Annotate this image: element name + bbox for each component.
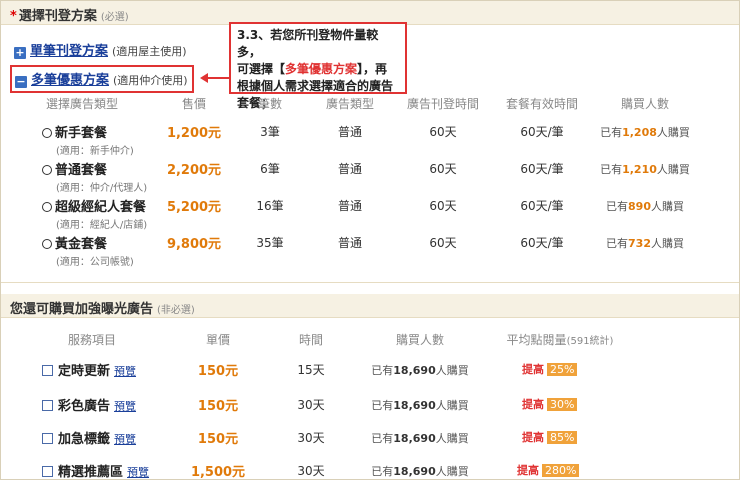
required-note: (必選): [100, 12, 129, 23]
package-duration: 60天: [429, 162, 457, 176]
col-buyers: 購買人數: [620, 97, 670, 111]
col-duration: 廣告刊登時間: [406, 97, 480, 111]
preview-link[interactable]: 預覽: [114, 365, 136, 378]
service-buyers: 已有18,690人購買: [371, 432, 469, 445]
col-service-buyers: 購買人數: [395, 333, 445, 347]
service-buyers: 已有18,690人購買: [371, 465, 469, 478]
required-mark: *: [10, 9, 17, 24]
package-option[interactable]: 超級經紀人套餐 (適用：經紀人/店鋪): [42, 196, 147, 231]
lift-badge: 30%: [547, 398, 578, 411]
package-buyers: 已有1,208人購買: [600, 126, 690, 139]
col-validity: 套餐有效時間: [505, 97, 579, 111]
lift-badge: 280%: [542, 464, 580, 477]
service-duration: 30天: [297, 431, 325, 445]
optional-note: (非必選): [157, 305, 195, 316]
checkbox[interactable]: [42, 400, 53, 411]
package-price: 9,800元: [166, 237, 222, 252]
package-ad-type: 普通: [337, 162, 363, 176]
package-duration: 60天: [429, 125, 457, 139]
package-option[interactable]: 普通套餐 (適用：仲介/代理人): [42, 159, 147, 194]
service-option[interactable]: 精選推薦區 預覽: [42, 461, 149, 480]
radio-button[interactable]: [42, 239, 52, 249]
preview-link[interactable]: 預覽: [114, 433, 136, 446]
service-price: 150元: [197, 364, 239, 379]
view-lift: 提高 25%: [522, 361, 578, 377]
package-validity: 60天/筆: [520, 199, 564, 213]
package-validity: 60天/筆: [520, 162, 564, 176]
package-count: 16筆: [256, 199, 284, 213]
service-buyers: 已有18,690人購買: [371, 364, 469, 377]
multi-plan-option[interactable]: − 多筆優惠方案 (適用仲介使用): [10, 65, 194, 93]
col-price: 售價: [181, 97, 207, 111]
service-buyers: 已有18,690人購買: [371, 399, 469, 412]
col-ad-type-select: 選擇廣告類型: [45, 97, 119, 111]
package-count: 6筆: [260, 162, 280, 176]
service-price: 150元: [197, 399, 239, 414]
package-ad-type: 普通: [337, 199, 363, 213]
radio-button[interactable]: [42, 165, 52, 175]
single-plan-subtitle: (適用屋主使用): [112, 45, 187, 58]
package-option[interactable]: 黃金套餐 (適用：公司帳號): [42, 233, 134, 268]
lift-badge: 85%: [547, 431, 578, 444]
lift-badge: 25%: [547, 363, 578, 376]
service-option[interactable]: 定時更新 預覽: [42, 360, 136, 379]
service-option[interactable]: 加急標籤 預覽: [42, 428, 136, 447]
package-validity: 60天/筆: [520, 125, 564, 139]
multi-plan-subtitle: (適用仲介使用): [113, 74, 188, 87]
checkbox[interactable]: [42, 365, 53, 376]
single-plan-link[interactable]: 單筆刊登方案: [30, 44, 108, 59]
radio-button[interactable]: [42, 202, 52, 212]
col-avg-views: 平均點閱量(591統計): [506, 333, 614, 347]
service-option[interactable]: 彩色廣告 預覽: [42, 395, 136, 414]
package-buyers: 已有1,210人購買: [600, 163, 690, 176]
package-option[interactable]: 新手套餐 (適用：新手仲介): [42, 122, 134, 157]
package-price: 1,200元: [166, 126, 222, 141]
service-price: 150元: [197, 432, 239, 447]
section-divider: [1, 282, 739, 283]
multi-plan-link[interactable]: 多筆優惠方案: [31, 73, 109, 88]
package-ad-type: 普通: [337, 125, 363, 139]
col-count: 筆數: [257, 97, 283, 111]
package-count: 35筆: [256, 236, 284, 250]
extra-section-title: 您還可購買加強曝光廣告 (非必選): [10, 302, 195, 317]
help-callout: 3.3、若您所刊登物件量較多， 可選擇【多筆優惠方案】，再 根據個人需求選擇適合…: [229, 22, 407, 110]
preview-link[interactable]: 預覽: [127, 466, 149, 479]
service-duration: 30天: [297, 398, 325, 412]
col-unit-price: 單價: [205, 333, 231, 347]
service-duration: 30天: [297, 464, 325, 478]
view-lift: 提高 30%: [522, 396, 578, 412]
checkbox[interactable]: [42, 466, 53, 477]
package-count: 3筆: [260, 125, 280, 139]
package-price: 5,200元: [166, 200, 222, 215]
view-lift: 提高 85%: [522, 429, 578, 445]
single-plan-option[interactable]: + 單筆刊登方案 (適用屋主使用): [14, 40, 187, 59]
view-lift: 提高 280%: [517, 462, 580, 478]
package-price: 2,200元: [166, 163, 222, 178]
extra-section-header: 您還可購買加強曝光廣告 (非必選): [1, 294, 739, 318]
package-duration: 60天: [429, 236, 457, 250]
radio-button[interactable]: [42, 128, 52, 138]
plan-section-title: * 選擇刊登方案 (必選): [10, 9, 129, 24]
callout-arrow-line: [206, 77, 230, 79]
preview-link[interactable]: 預覽: [114, 400, 136, 413]
package-buyers: 已有890人購買: [606, 200, 684, 213]
package-buyers: 已有732人購買: [606, 237, 684, 250]
collapse-minus-icon[interactable]: −: [15, 76, 27, 88]
service-price: 1,500元: [190, 465, 246, 480]
callout-arrow-icon: [200, 73, 208, 83]
package-ad-type: 普通: [337, 236, 363, 250]
service-duration: 15天: [297, 363, 325, 377]
package-validity: 60天/筆: [520, 236, 564, 250]
expand-plus-icon[interactable]: +: [14, 47, 26, 59]
package-duration: 60天: [429, 199, 457, 213]
col-ad-type: 廣告類型: [325, 97, 375, 111]
checkbox[interactable]: [42, 433, 53, 444]
col-time: 時間: [298, 333, 324, 347]
col-service: 服務項目: [67, 333, 117, 347]
